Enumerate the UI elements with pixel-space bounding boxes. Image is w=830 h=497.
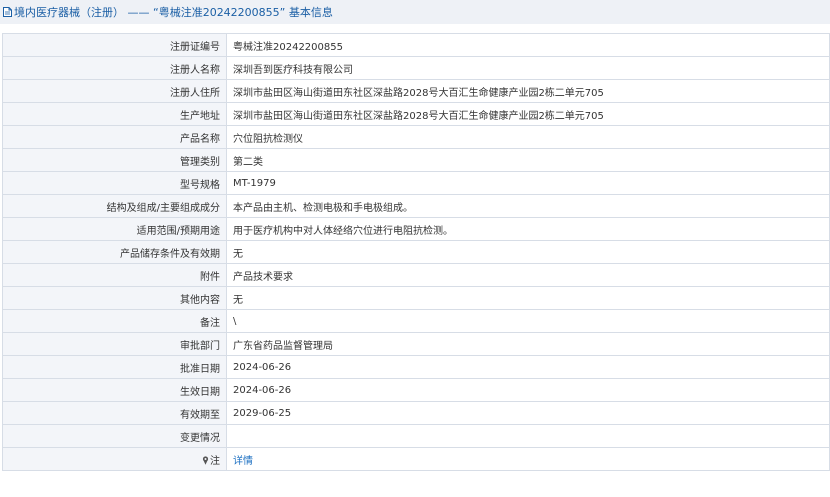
row-label: 批准日期	[2, 355, 227, 379]
table-row: 管理类别 第二类	[2, 148, 830, 172]
row-value: 2029-06-25	[226, 401, 830, 425]
row-label: 有效期至	[2, 401, 227, 425]
row-value: 2024-06-26	[226, 355, 830, 379]
document-icon	[3, 7, 12, 17]
table-row: 批准日期 2024-06-26	[2, 355, 830, 379]
row-value: 第二类	[226, 148, 830, 172]
row-label: 管理类别	[2, 148, 227, 172]
row-value: 本产品由主机、检测电极和手电极组成。	[226, 194, 830, 218]
row-value: 广东省药品监督管理局	[226, 332, 830, 356]
row-label: 其他内容	[2, 286, 227, 310]
row-value: 深圳市盐田区海山街道田东社区深盐路2028号大百汇生命健康产业园2栋二单元705	[226, 102, 830, 126]
detail-table-container: 注册证编号 粤械注准20242200855 注册人名称 深圳吾到医疗科技有限公司 注…	[2, 33, 830, 471]
table-row: 备注 \	[2, 309, 830, 333]
row-value: 2024-06-26	[226, 378, 830, 402]
row-value: 粤械注准20242200855	[226, 33, 830, 57]
row-value: 深圳市盐田区海山街道田东社区深盐路2028号大百汇生命健康产业园2栋二单元705	[226, 79, 830, 103]
detail-table-body: 注册证编号 粤械注准20242200855 注册人名称 深圳吾到医疗科技有限公司 注…	[2, 33, 830, 471]
row-value: 用于医疗机构中对人体经络穴位进行电阻抗检测。	[226, 217, 830, 241]
table-row: 产品名称 穴位阻抗检测仪	[2, 125, 830, 149]
row-label: 产品储存条件及有效期	[2, 240, 227, 264]
row-label: 注册人住所	[2, 79, 227, 103]
table-row: 变更情况	[2, 424, 830, 448]
row-value	[226, 424, 830, 448]
table-row: 生产地址 深圳市盐田区海山街道田东社区深盐路2028号大百汇生命健康产业园2栋二单…	[2, 102, 830, 126]
table-row: 有效期至 2029-06-25	[2, 401, 830, 425]
row-label: 注册人名称	[2, 56, 227, 80]
table-row: 型号规格 MT-1979	[2, 171, 830, 195]
row-label: 结构及组成/主要组成成分	[2, 194, 227, 218]
row-value: 穴位阻抗检测仪	[226, 125, 830, 149]
row-value: MT-1979	[226, 171, 830, 195]
row-label: 审批部门	[2, 332, 227, 356]
row-value: 产品技术要求	[226, 263, 830, 287]
row-value: 无	[226, 286, 830, 310]
row-value: 无	[226, 240, 830, 264]
note-value-cell: 详情	[226, 447, 830, 471]
table-row: 其他内容无	[2, 286, 830, 310]
table-row: 审批部门 广东省药品监督管理局	[2, 332, 830, 356]
row-label: 附件	[2, 263, 227, 287]
table-row: 注册证编号 粤械注准20242200855	[2, 33, 830, 57]
table-row: 产品储存条件及有效期无	[2, 240, 830, 264]
row-label: 注册证编号	[2, 33, 227, 57]
row-value: \	[226, 309, 830, 333]
table-row: 生效日期 2024-06-26	[2, 378, 830, 402]
row-label: 产品名称	[2, 125, 227, 149]
row-label: 型号规格	[2, 171, 227, 195]
pin-icon	[202, 455, 209, 465]
row-label: 生效日期	[2, 378, 227, 402]
table-row: 适用范围/预期用途 用于医疗机构中对人体经络穴位进行电阻抗检测。	[2, 217, 830, 241]
row-label: 适用范围/预期用途	[2, 217, 227, 241]
detail-table: 注册证编号 粤械注准20242200855 注册人名称 深圳吾到医疗科技有限公司 注…	[2, 33, 830, 471]
table-row: 注册人名称 深圳吾到医疗科技有限公司	[2, 56, 830, 80]
note-label-cell: 注	[2, 447, 227, 471]
note-label: 注	[210, 455, 220, 467]
page-title-bar: 境内医疗器械（注册） —— “粤械注准20242200855” 基本信息	[0, 0, 830, 24]
row-label: 变更情况	[2, 424, 227, 448]
details-link[interactable]: 详情	[233, 456, 253, 467]
row-label: 备注	[2, 309, 227, 333]
table-row: 注册人住所 深圳市盐田区海山街道田东社区深盐路2028号大百汇生命健康产业园2栋二…	[2, 79, 830, 103]
table-row: 结构及组成/主要组成成分 本产品由主机、检测电极和手电极组成。	[2, 194, 830, 218]
note-row: 注 详情	[2, 447, 830, 471]
row-value: 深圳吾到医疗科技有限公司	[226, 56, 830, 80]
table-row: 附件 产品技术要求	[2, 263, 830, 287]
page-title: 境内医疗器械（注册） —— “粤械注准20242200855” 基本信息	[14, 6, 333, 19]
row-label: 生产地址	[2, 102, 227, 126]
